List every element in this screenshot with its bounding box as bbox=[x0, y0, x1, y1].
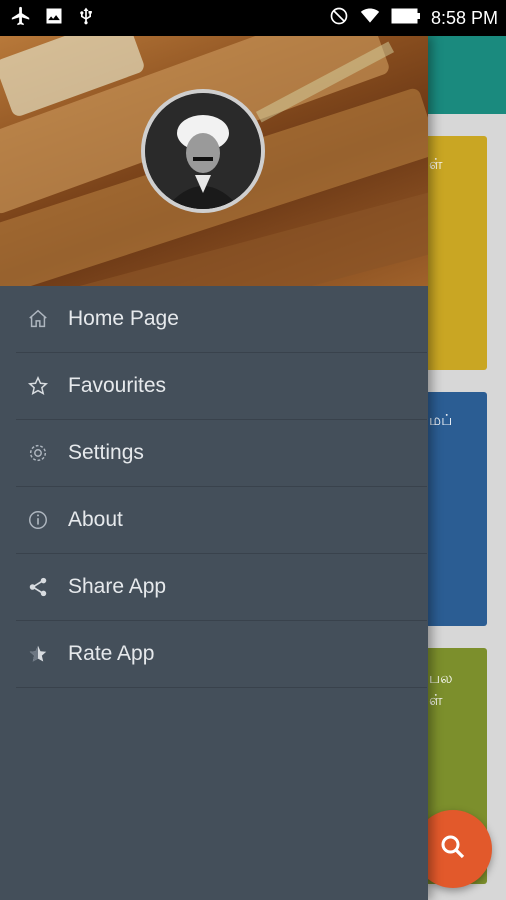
menu-item-settings[interactable]: Settings bbox=[16, 420, 427, 487]
wifi-icon bbox=[359, 6, 381, 31]
star-icon bbox=[26, 374, 50, 398]
avatar bbox=[141, 89, 265, 213]
menu-item-home[interactable]: Home Page bbox=[16, 286, 427, 353]
menu-item-favourites[interactable]: Favourites bbox=[16, 353, 427, 420]
info-icon bbox=[26, 508, 50, 532]
menu-item-rate[interactable]: Rate App bbox=[16, 621, 427, 688]
menu-label-home: Home Page bbox=[68, 307, 179, 330]
airplane-icon bbox=[10, 5, 32, 32]
menu-item-about[interactable]: About bbox=[16, 487, 427, 554]
navigation-drawer: Home Page Favourites Settings About Shar… bbox=[0, 36, 428, 900]
battery-icon bbox=[391, 7, 421, 30]
clock: 8:58 PM bbox=[430, 7, 498, 28]
usb-icon bbox=[76, 5, 96, 32]
rate-star-icon bbox=[26, 642, 50, 666]
do-not-disturb-icon bbox=[329, 6, 349, 31]
menu-item-share[interactable]: Share App bbox=[16, 554, 427, 621]
menu-label-rate: Rate App bbox=[68, 642, 155, 665]
drawer-header bbox=[0, 36, 428, 286]
image-icon bbox=[44, 6, 64, 31]
menu-label-favourites: Favourites bbox=[68, 374, 167, 397]
gear-icon bbox=[26, 441, 50, 465]
share-icon bbox=[26, 575, 50, 599]
status-bar: 8:58 PM bbox=[0, 0, 506, 36]
home-icon bbox=[26, 307, 50, 331]
menu-label-share: Share App bbox=[68, 575, 167, 598]
search-icon bbox=[438, 832, 468, 867]
menu-label-settings: Settings bbox=[68, 441, 144, 464]
drawer-menu: Home Page Favourites Settings About Shar… bbox=[0, 286, 428, 688]
menu-label-about: About bbox=[68, 508, 123, 531]
